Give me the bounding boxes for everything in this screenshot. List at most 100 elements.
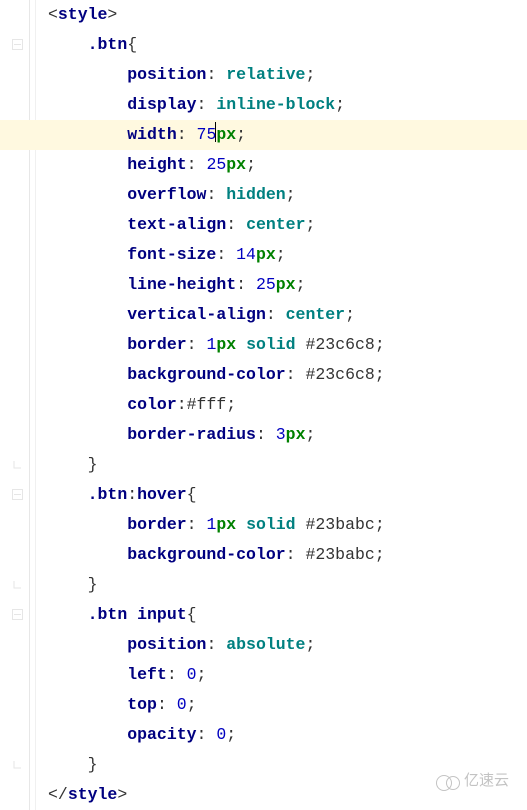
token-punct bbox=[236, 515, 246, 534]
token-punct: : bbox=[266, 305, 286, 324]
code-line[interactable]: .btn input{ bbox=[48, 600, 527, 630]
token-prop: overflow bbox=[127, 185, 206, 204]
code-line[interactable]: border: 1px solid #23babc; bbox=[48, 510, 527, 540]
token-punct: : bbox=[177, 395, 187, 414]
token-prop: color bbox=[127, 395, 177, 414]
token-sel: .btn bbox=[88, 605, 128, 624]
token-punct: ; bbox=[375, 545, 385, 564]
token-punct: } bbox=[88, 755, 98, 774]
token-unit: px bbox=[226, 155, 246, 174]
token-num: 1 bbox=[206, 515, 216, 534]
code-line[interactable]: <style> bbox=[48, 0, 527, 30]
token-prop: width bbox=[127, 125, 177, 144]
token-val: solid bbox=[246, 335, 296, 354]
token-punct: : bbox=[177, 125, 197, 144]
token-punct: ; bbox=[305, 425, 315, 444]
token-num: 75 bbox=[197, 125, 217, 144]
code-line[interactable]: color:#fff; bbox=[48, 390, 527, 420]
token-punct: ; bbox=[296, 275, 306, 294]
token-punct: : bbox=[206, 635, 226, 654]
code-line[interactable]: } bbox=[48, 450, 527, 480]
token-unit: px bbox=[216, 125, 236, 144]
token-punct: ; bbox=[335, 95, 345, 114]
code-line[interactable]: .btn{ bbox=[48, 30, 527, 60]
token-prop: line-height bbox=[127, 275, 236, 294]
token-val: solid bbox=[246, 515, 296, 534]
token-punct: ; bbox=[276, 245, 286, 264]
token-num: 0 bbox=[216, 725, 226, 744]
token-tag: style bbox=[68, 785, 118, 804]
token-hex: #23babc bbox=[305, 545, 374, 564]
code-line[interactable]: height: 25px; bbox=[48, 150, 527, 180]
token-prop: text-align bbox=[127, 215, 226, 234]
token-punct: : bbox=[206, 185, 226, 204]
token-prop: height bbox=[127, 155, 186, 174]
code-line[interactable]: background-color: #23c6c8; bbox=[48, 360, 527, 390]
token-punct: ; bbox=[305, 215, 315, 234]
token-val: center bbox=[246, 215, 305, 234]
token-num: 3 bbox=[276, 425, 286, 444]
token-num: 25 bbox=[206, 155, 226, 174]
code-line[interactable]: text-align: center; bbox=[48, 210, 527, 240]
token-prop: border-radius bbox=[127, 425, 256, 444]
token-punct: ; bbox=[305, 65, 315, 84]
token-val: inline-block bbox=[216, 95, 335, 114]
code-line[interactable]: left: 0; bbox=[48, 660, 527, 690]
code-line[interactable]: overflow: hidden; bbox=[48, 180, 527, 210]
code-line[interactable]: .btn:hover{ bbox=[48, 480, 527, 510]
token-punct: > bbox=[117, 785, 127, 804]
code-line[interactable]: width: 75px; bbox=[0, 120, 527, 150]
token-punct: { bbox=[127, 35, 137, 54]
token-punct: ; bbox=[197, 665, 207, 684]
token-sel: .btn bbox=[88, 35, 128, 54]
token-num: 0 bbox=[177, 695, 187, 714]
token-hex: #23c6c8 bbox=[305, 365, 374, 384]
code-line[interactable]: border: 1px solid #23c6c8; bbox=[48, 330, 527, 360]
token-punct: : bbox=[286, 365, 306, 384]
token-prop: background-color bbox=[127, 545, 285, 564]
code-area[interactable]: <style> .btn{ position: relative; displa… bbox=[36, 0, 527, 810]
code-line[interactable]: vertical-align: center; bbox=[48, 300, 527, 330]
token-prop: font-size bbox=[127, 245, 216, 264]
token-punct: : bbox=[187, 515, 207, 534]
token-val: relative bbox=[226, 65, 305, 84]
code-line[interactable]: opacity: 0; bbox=[48, 720, 527, 750]
token-punct: ; bbox=[375, 365, 385, 384]
token-hex: #23c6c8 bbox=[306, 335, 375, 354]
token-prop: top bbox=[127, 695, 157, 714]
token-punct: } bbox=[88, 455, 98, 474]
code-line[interactable]: top: 0; bbox=[48, 690, 527, 720]
token-punct bbox=[127, 605, 137, 624]
token-punct: : bbox=[127, 485, 137, 504]
token-punct: ; bbox=[187, 695, 197, 714]
token-val: absolute bbox=[226, 635, 305, 654]
token-punct: < bbox=[48, 5, 58, 24]
token-punct: ; bbox=[286, 185, 296, 204]
token-punct: : bbox=[236, 275, 256, 294]
token-punct: : bbox=[157, 695, 177, 714]
token-unit: px bbox=[216, 515, 236, 534]
code-line[interactable]: background-color: #23babc; bbox=[48, 540, 527, 570]
code-line[interactable]: } bbox=[48, 570, 527, 600]
code-line[interactable]: display: inline-block; bbox=[48, 90, 527, 120]
code-line[interactable]: position: relative; bbox=[48, 60, 527, 90]
token-prop: position bbox=[127, 635, 206, 654]
token-prop: left bbox=[127, 665, 167, 684]
token-punct: : bbox=[187, 155, 207, 174]
token-punct: } bbox=[88, 575, 98, 594]
token-punct bbox=[296, 335, 306, 354]
token-punct: ; bbox=[375, 335, 385, 354]
token-punct: ; bbox=[236, 125, 246, 144]
token-punct: ; bbox=[226, 395, 236, 414]
token-hex: #fff bbox=[187, 395, 227, 414]
watermark-text: 亿速云 bbox=[464, 766, 509, 796]
code-line[interactable]: border-radius: 3px; bbox=[48, 420, 527, 450]
token-punct: ; bbox=[345, 305, 355, 324]
code-line[interactable]: line-height: 25px; bbox=[48, 270, 527, 300]
token-sel: hover bbox=[137, 485, 187, 504]
code-editor[interactable]: <style> .btn{ position: relative; displa… bbox=[0, 0, 527, 810]
code-line[interactable]: font-size: 14px; bbox=[48, 240, 527, 270]
cloud-icon bbox=[436, 773, 460, 789]
token-val: center bbox=[286, 305, 345, 324]
code-line[interactable]: position: absolute; bbox=[48, 630, 527, 660]
